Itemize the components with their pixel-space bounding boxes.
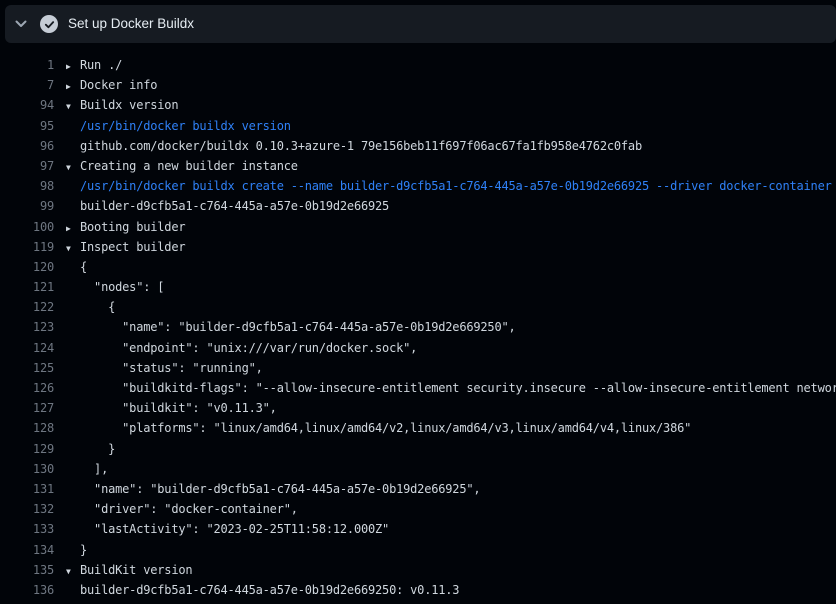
log-line: 136 builder-d9cfb5a1-c764-445a-a57e-0b19… <box>0 580 836 600</box>
line-number[interactable]: 94 <box>0 95 54 115</box>
line-text: "platforms": "linux/amd64,linux/amd64/v2… <box>80 418 691 438</box>
line-number[interactable]: 99 <box>0 196 54 216</box>
line-text: "name": "builder-d9cfb5a1-c764-445a-a57e… <box>80 479 480 499</box>
line-number[interactable]: 96 <box>0 136 54 156</box>
line-text: "name": "builder-d9cfb5a1-c764-445a-a57e… <box>80 317 516 337</box>
log-line: 123 "name": "builder-d9cfb5a1-c764-445a-… <box>0 317 836 337</box>
log-line[interactable]: 100 ▶ Booting builder <box>0 217 836 237</box>
line-text: Run ./ <box>80 55 122 75</box>
line-text: ], <box>80 459 108 479</box>
line-number[interactable]: 98 <box>0 176 54 196</box>
line-text: "lastActivity": "2023-02-25T11:58:12.000… <box>80 519 389 539</box>
log-line: 134 } <box>0 540 836 560</box>
line-text: "endpoint": "unix:///var/run/docker.sock… <box>80 338 417 358</box>
line-text: Inspect builder <box>80 237 185 257</box>
log-area: 1 ▶ Run ./ 7 ▶ Docker info 94 ▼ Buildx v… <box>0 55 836 600</box>
line-number[interactable]: 123 <box>0 317 54 337</box>
line-number[interactable]: 1 <box>0 55 54 75</box>
line-number[interactable]: 135 <box>0 560 54 580</box>
log-line: 98 /usr/bin/docker buildx create --name … <box>0 176 836 196</box>
group-toggle-icon[interactable]: ▶ <box>66 219 80 239</box>
log-line[interactable]: 97 ▼ Creating a new builder instance <box>0 156 836 176</box>
line-text: "nodes": [ <box>80 277 164 297</box>
line-number[interactable]: 134 <box>0 540 54 560</box>
line-number[interactable]: 100 <box>0 217 54 237</box>
log-line[interactable]: 7 ▶ Docker info <box>0 75 836 95</box>
line-text: { <box>80 297 115 317</box>
line-number[interactable]: 121 <box>0 277 54 297</box>
line-number[interactable]: 136 <box>0 580 54 600</box>
log-line: 99 builder-d9cfb5a1-c764-445a-a57e-0b19d… <box>0 196 836 216</box>
log-line: 120 { <box>0 257 836 277</box>
step-title: Set up Docker Buildx <box>68 5 194 43</box>
group-toggle-icon[interactable]: ▶ <box>66 57 80 77</box>
log-line: 95 /usr/bin/docker buildx version <box>0 116 836 136</box>
log-line: 121 "nodes": [ <box>0 277 836 297</box>
line-number[interactable]: 128 <box>0 418 54 438</box>
line-number[interactable]: 127 <box>0 398 54 418</box>
page-root: { "colors": { "page_bg": "#010409", "hea… <box>0 0 836 604</box>
line-number[interactable]: 125 <box>0 358 54 378</box>
log-line: 128 "platforms": "linux/amd64,linux/amd6… <box>0 418 836 438</box>
log-line: 129 } <box>0 439 836 459</box>
log-line: 126 "buildkitd-flags": "--allow-insecure… <box>0 378 836 398</box>
line-text: builder-d9cfb5a1-c764-445a-a57e-0b19d2e6… <box>80 196 389 216</box>
log-line: 132 "driver": "docker-container", <box>0 499 836 519</box>
step-header[interactable]: Set up Docker Buildx <box>5 5 836 43</box>
line-text: "buildkit": "v0.11.3", <box>80 398 277 418</box>
line-number[interactable]: 119 <box>0 237 54 257</box>
line-text: "buildkitd-flags": "--allow-insecure-ent… <box>80 378 836 398</box>
log-line: 122 { <box>0 297 836 317</box>
line-number[interactable]: 97 <box>0 156 54 176</box>
group-toggle-icon[interactable]: ▶ <box>66 77 80 97</box>
log-line: 133 "lastActivity": "2023-02-25T11:58:12… <box>0 519 836 539</box>
group-toggle-icon[interactable]: ▼ <box>66 562 80 582</box>
log-line[interactable]: 94 ▼ Buildx version <box>0 95 836 115</box>
line-text: } <box>80 439 115 459</box>
line-text: } <box>80 540 87 560</box>
log-line: 124 "endpoint": "unix:///var/run/docker.… <box>0 338 836 358</box>
line-number[interactable]: 133 <box>0 519 54 539</box>
log-line: 125 "status": "running", <box>0 358 836 378</box>
line-text: builder-d9cfb5a1-c764-445a-a57e-0b19d2e6… <box>80 580 459 600</box>
group-toggle-icon[interactable]: ▼ <box>66 97 80 117</box>
log-line[interactable]: 1 ▶ Run ./ <box>0 55 836 75</box>
line-number[interactable]: 124 <box>0 338 54 358</box>
line-text: github.com/docker/buildx 0.10.3+azure-1 … <box>80 136 642 156</box>
line-text: "status": "running", <box>80 358 263 378</box>
log-line[interactable]: 119 ▼ Inspect builder <box>0 237 836 257</box>
log-line: 130 ], <box>0 459 836 479</box>
line-text: "driver": "docker-container", <box>80 499 298 519</box>
group-toggle-icon[interactable]: ▼ <box>66 158 80 178</box>
line-text: Booting builder <box>80 217 185 237</box>
line-number[interactable]: 120 <box>0 257 54 277</box>
line-number[interactable]: 126 <box>0 378 54 398</box>
line-text: /usr/bin/docker buildx version <box>80 116 291 136</box>
line-text: Buildx version <box>80 95 178 115</box>
log-line: 96 github.com/docker/buildx 0.10.3+azure… <box>0 136 836 156</box>
line-number[interactable]: 131 <box>0 479 54 499</box>
line-number[interactable]: 7 <box>0 75 54 95</box>
line-number[interactable]: 132 <box>0 499 54 519</box>
line-number[interactable]: 95 <box>0 116 54 136</box>
line-text: { <box>80 257 87 277</box>
line-text: /usr/bin/docker buildx create --name bui… <box>80 176 832 196</box>
line-number[interactable]: 129 <box>0 439 54 459</box>
log-line: 127 "buildkit": "v0.11.3", <box>0 398 836 418</box>
chevron-down-icon[interactable] <box>14 17 28 31</box>
line-number[interactable]: 130 <box>0 459 54 479</box>
success-check-icon <box>40 15 58 33</box>
line-text: Docker info <box>80 75 157 95</box>
log-line[interactable]: 135 ▼ BuildKit version <box>0 560 836 580</box>
group-toggle-icon[interactable]: ▼ <box>66 239 80 259</box>
line-text: Creating a new builder instance <box>80 156 298 176</box>
line-text: BuildKit version <box>80 560 192 580</box>
line-number[interactable]: 122 <box>0 297 54 317</box>
log-line: 131 "name": "builder-d9cfb5a1-c764-445a-… <box>0 479 836 499</box>
